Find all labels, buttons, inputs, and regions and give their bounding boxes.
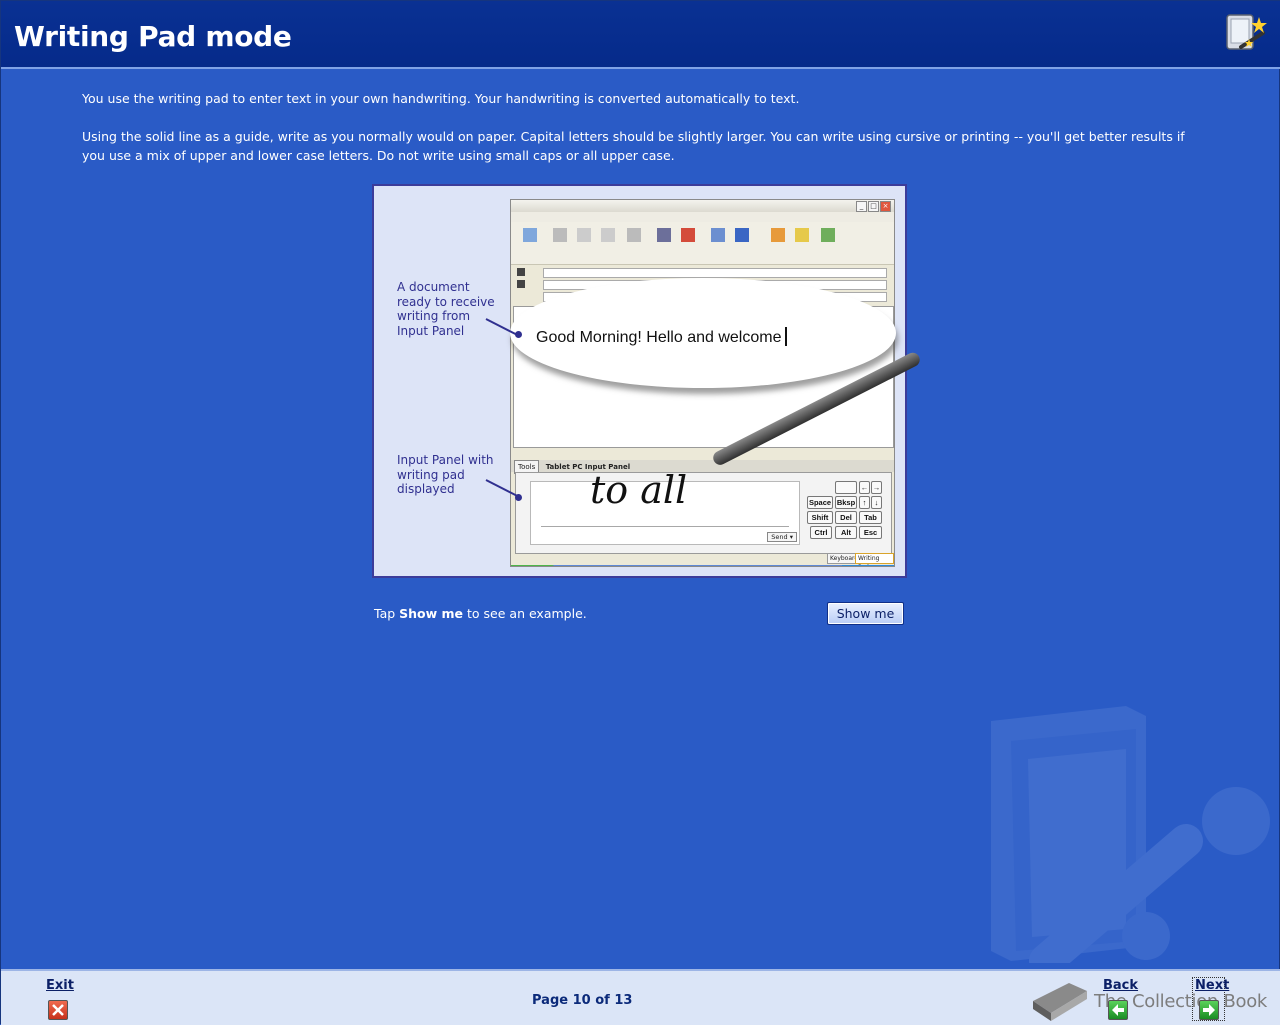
priority-icon (735, 228, 749, 242)
input-panel: Send ▾ Space Bksp ↑ ↓ ← → Shift Del Tab … (515, 472, 892, 554)
back-link[interactable]: Back (1103, 978, 1138, 993)
input-panel-titlebar: Tools Tablet PC Input Panel (511, 460, 894, 474)
menu-bar (511, 212, 894, 222)
cut-icon (553, 228, 567, 242)
key-down: ↓ (871, 496, 882, 509)
callout-input-panel-label: Input Panel with writing pad displayed (397, 453, 494, 496)
back-arrow-icon[interactable] (1108, 1000, 1128, 1020)
key-space: Space (807, 496, 833, 509)
window-title-bar (511, 200, 894, 212)
send-button: Send ▾ (767, 532, 797, 542)
book-watermark-icon (991, 706, 1270, 963)
tap-instruction: Tap Show me to see an example. (374, 606, 587, 621)
minimize-icon: _ (856, 201, 867, 212)
sign-icon (771, 228, 785, 242)
key-esc: Esc (859, 526, 882, 539)
collection-book-icon (1033, 983, 1087, 1021)
show-me-button[interactable]: Show me (827, 602, 904, 625)
writing-pad-illustration: A document ready to receive writing from… (372, 184, 923, 578)
header-bar: Writing Pad mode (1, 1, 1280, 69)
to-field (517, 268, 887, 278)
callout-dot-document (515, 331, 522, 338)
start-button (511, 565, 557, 566)
undo-icon (627, 228, 641, 242)
exit-icon[interactable] (48, 1000, 68, 1020)
offline-icon (821, 228, 835, 242)
tap-suffix: to see an example. (463, 606, 587, 621)
tutorial-page: Writing Pad mode You use the writing pad… (0, 0, 1280, 1025)
key-bksp: Bksp (835, 496, 857, 509)
close-icon: × (880, 201, 891, 212)
text-caret (785, 327, 788, 346)
key-tab: Tab (859, 511, 882, 524)
tap-prefix: Tap (374, 606, 400, 621)
encrypt-icon (795, 228, 809, 242)
check-names-icon (657, 228, 671, 242)
next-link[interactable]: Next (1195, 978, 1229, 993)
tablet-pc-icon (1226, 14, 1267, 50)
send-label: Send (771, 533, 788, 541)
attach-icon (711, 228, 725, 242)
key-shift: Shift (807, 511, 833, 524)
send-icon (523, 228, 537, 242)
writing-guide-line (541, 526, 789, 527)
next-arrow-icon[interactable] (1199, 1000, 1219, 1020)
key-blank (835, 481, 857, 494)
page-indicator: Page 10 of 13 (532, 993, 633, 1008)
key-up: ↑ (859, 496, 870, 509)
paste-icon (601, 228, 615, 242)
callout-document-label: A document ready to receive writing from… (397, 280, 495, 338)
key-left: ← (859, 481, 870, 494)
copy-icon (577, 228, 591, 242)
system-tray (842, 565, 894, 566)
page-title: Writing Pad mode (14, 20, 292, 53)
spelling-icon (681, 228, 695, 242)
maximize-icon: □ (868, 201, 879, 212)
taskbar (511, 565, 894, 566)
tap-bold: Show me (399, 606, 464, 621)
recognized-text: Good Morning! Hello and welcome (536, 327, 788, 347)
key-alt: Alt (835, 526, 857, 539)
intro-paragraph: You use the writing pad to enter text in… (82, 91, 800, 106)
callout-dot-panel (515, 494, 522, 501)
key-ctrl: Ctrl (810, 526, 832, 539)
exit-link[interactable]: Exit (46, 978, 74, 993)
guidance-paragraph: Using the solid line as a guide, write a… (82, 129, 1185, 163)
footer-bar: Exit Page 10 of 13 The Collection Book B… (1, 969, 1280, 1025)
email-toolbar (511, 222, 894, 265)
key-del: Del (835, 511, 857, 524)
writing-pad-tab: Writing Pad (855, 553, 894, 566)
bubble-text: Good Morning! Hello and welcome (536, 329, 782, 346)
handwriting-sample: to all (590, 468, 688, 512)
key-right: → (871, 481, 882, 494)
